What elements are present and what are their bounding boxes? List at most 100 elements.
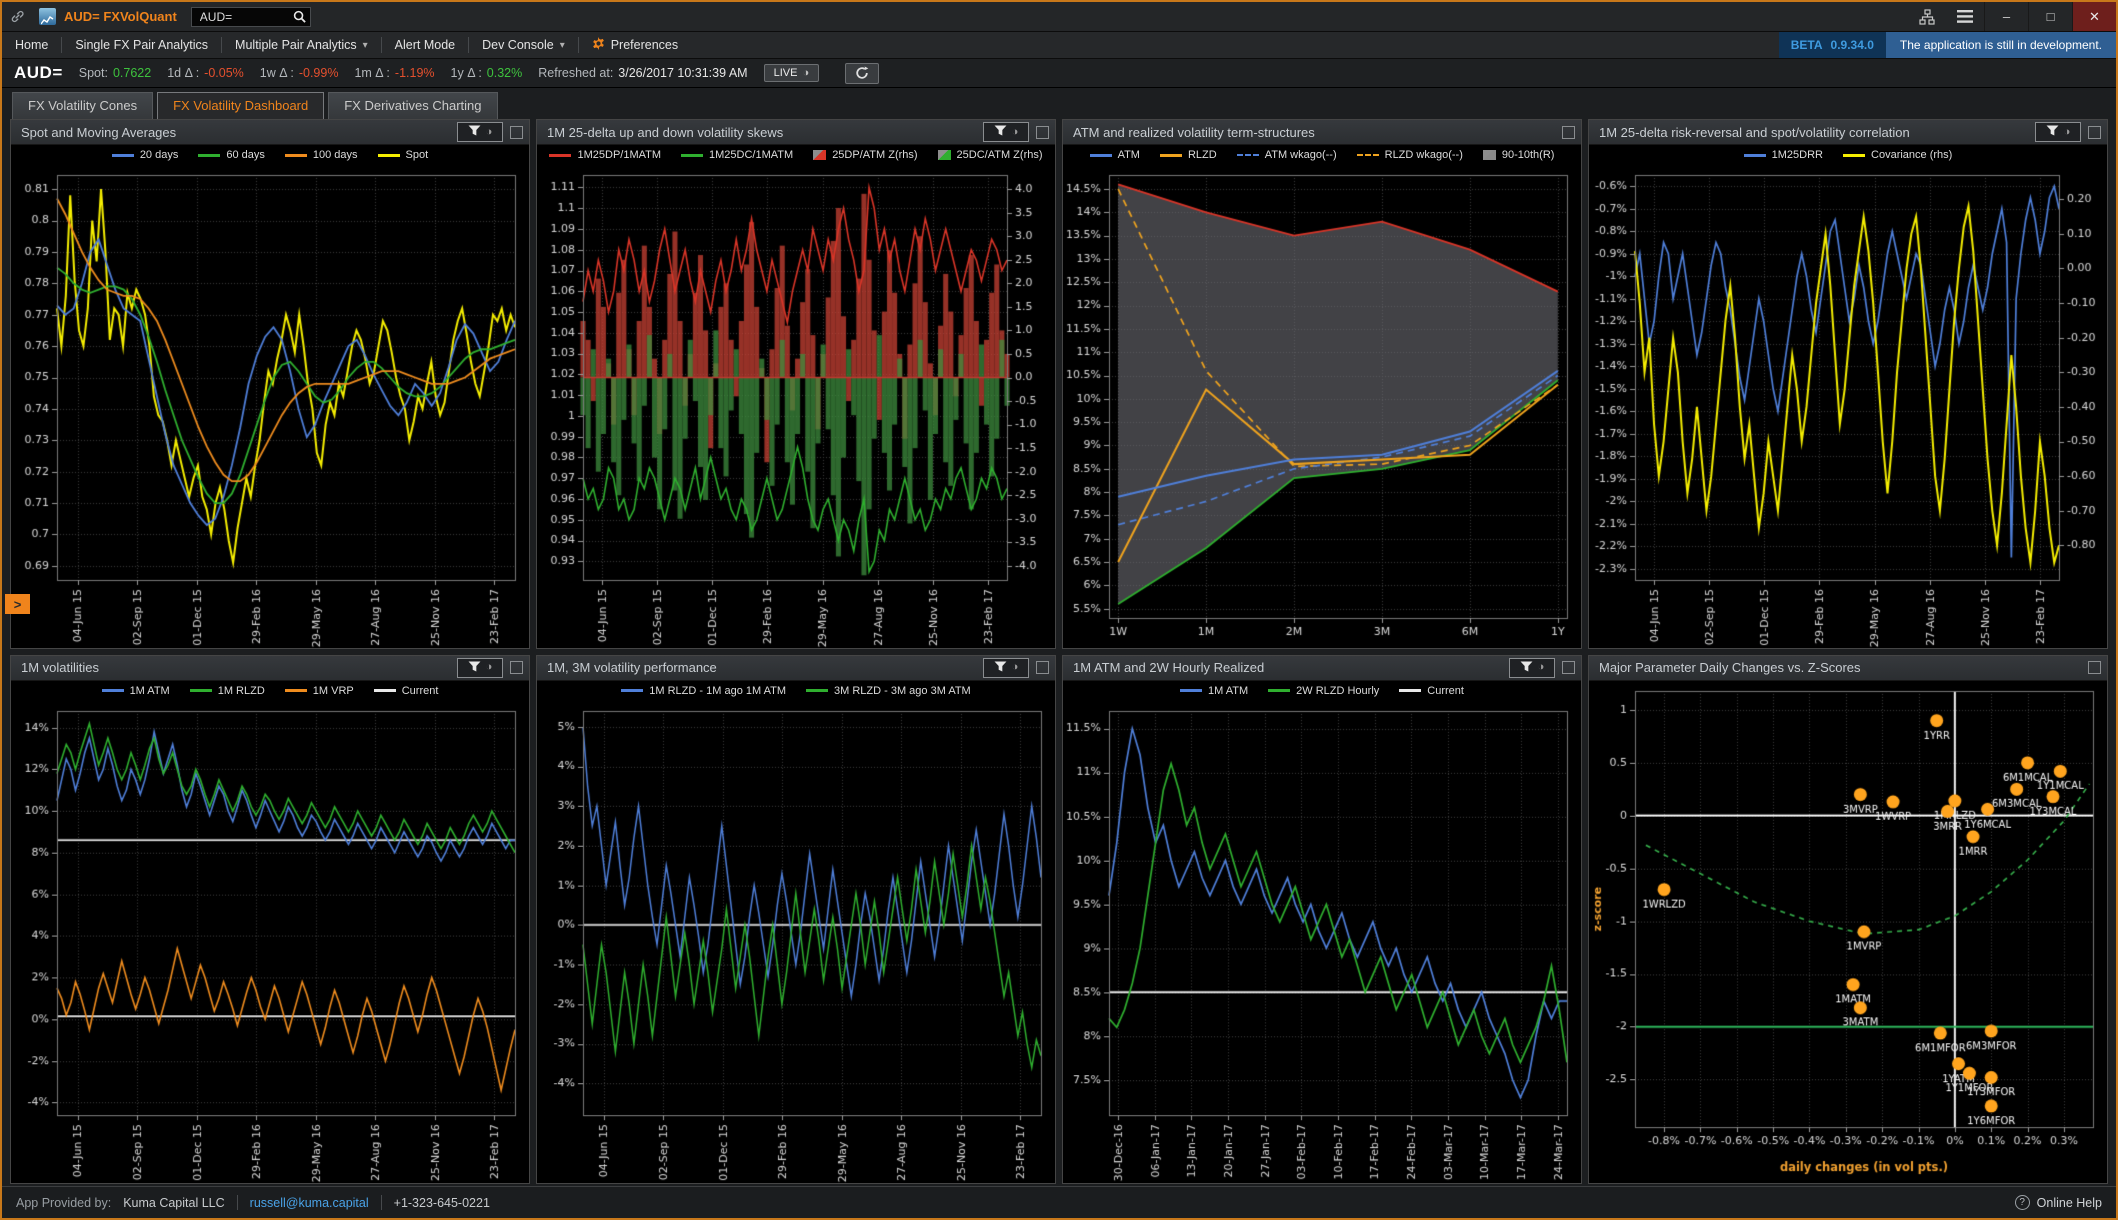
legend-item[interactable]: 2W RLZD Hourly <box>1268 685 1379 697</box>
menu-item-single-fx[interactable]: Single FX Pair Analytics <box>62 32 221 58</box>
legend-item[interactable]: Current <box>374 685 439 697</box>
menu-item-dev-console[interactable]: Dev Console▾ <box>469 32 578 58</box>
chart-canvas[interactable] <box>11 165 529 648</box>
legend-item[interactable]: 1M RLZD <box>190 685 265 697</box>
live-toggle[interactable]: LIVE◑ <box>764 64 820 82</box>
menu-item-alert-mode[interactable]: Alert Mode <box>382 32 468 58</box>
maximize-button[interactable]: □ <box>2028 2 2072 31</box>
legend-item[interactable]: 1M ATM <box>1180 685 1248 697</box>
funnel-icon <box>468 659 481 677</box>
legend-label: Spot <box>406 149 429 161</box>
legend-item[interactable]: 1M RLZD - 1M ago 1M ATM <box>621 685 786 697</box>
legend-label: 60 days <box>226 149 265 161</box>
legend-item[interactable]: Current <box>1399 685 1464 697</box>
tab-fx-volatility-cones[interactable]: FX Volatility Cones <box>12 92 153 119</box>
legend-item[interactable]: 25DP/ATM Z(rhs) <box>813 149 917 161</box>
panel-title: Spot and Moving Averages <box>21 125 176 140</box>
legend-label: 25DP/ATM Z(rhs) <box>832 149 917 161</box>
filter-button[interactable]: ◑ <box>983 122 1029 142</box>
legend-item[interactable]: 3M RLZD - 3M ago 3M ATM <box>806 685 971 697</box>
chart-canvas[interactable] <box>11 701 529 1184</box>
legend-item[interactable]: Spot <box>378 149 429 161</box>
legend-item[interactable]: 90-10th(R) <box>1483 149 1555 161</box>
chart-canvas[interactable] <box>537 701 1055 1184</box>
legend-swatch <box>1268 689 1290 692</box>
panel-z-scores: Major Parameter Daily Changes vs. Z-Scor… <box>1588 655 2108 1185</box>
panel-checkbox[interactable] <box>2088 661 2101 674</box>
chart-canvas[interactable] <box>1063 701 1581 1184</box>
legend-item[interactable]: 1M25DRR <box>1744 149 1823 161</box>
legend-swatch <box>1160 154 1182 157</box>
panel-checkbox[interactable] <box>2088 126 2101 139</box>
chart-canvas[interactable] <box>1063 165 1581 648</box>
search-icon[interactable] <box>292 9 307 29</box>
gear-icon <box>592 37 605 53</box>
panel-checkbox[interactable] <box>1036 126 1049 139</box>
legend-label: Current <box>402 685 439 697</box>
contact-email-link[interactable]: russell@kuma.capital <box>250 1196 369 1210</box>
tab-fx-derivatives-charting[interactable]: FX Derivatives Charting <box>328 92 497 119</box>
panel-checkbox[interactable] <box>1562 126 1575 139</box>
legend-item[interactable]: ATM wkago(--) <box>1237 149 1337 161</box>
sitemap-icon[interactable] <box>1908 2 1946 31</box>
legend-item[interactable]: 25DC/ATM Z(rhs) <box>938 149 1043 161</box>
symbol-search[interactable] <box>191 7 311 27</box>
close-button[interactable]: ✕ <box>2072 2 2116 31</box>
menu-item-preferences[interactable]: Preferences <box>579 32 691 58</box>
contact-phone: +1-323-645-0221 <box>394 1196 490 1210</box>
filter-button[interactable]: ◑ <box>1509 658 1555 678</box>
panel-checkbox[interactable] <box>510 661 523 674</box>
filter-button[interactable]: ◑ <box>2035 122 2081 142</box>
sidebar-expand-button[interactable]: > <box>5 594 30 614</box>
legend-item[interactable]: Covariance (rhs) <box>1843 149 1952 161</box>
legend-label: 1M RLZD - 1M ago 1M ATM <box>649 685 786 697</box>
provided-by-label: App Provided by: <box>16 1196 111 1210</box>
legend-item[interactable]: ATM <box>1090 149 1140 161</box>
legend-label: 1M ATM <box>1208 685 1248 697</box>
chart-legend: 1M RLZD - 1M ago 1M ATM 3M RLZD - 3M ago … <box>537 681 1055 701</box>
chevron-down-icon: ▾ <box>560 40 565 51</box>
link-icon[interactable] <box>10 9 25 24</box>
minimize-button[interactable]: – <box>1984 2 2028 31</box>
panel-header: Major Parameter Daily Changes vs. Z-Scor… <box>1589 656 2107 681</box>
filter-button[interactable]: ◑ <box>457 658 503 678</box>
menu-item-home[interactable]: Home <box>2 32 61 58</box>
legend-item[interactable]: 1M ATM <box>102 685 170 697</box>
legend-swatch <box>1483 150 1496 160</box>
filter-button[interactable]: ◑ <box>457 122 503 142</box>
legend-swatch <box>190 689 212 692</box>
legend-swatch <box>1399 689 1421 692</box>
spot-value: Spot:0.7622 <box>79 66 151 80</box>
contrast-icon: ◑ <box>1538 662 1545 673</box>
tab-fx-volatility-dashboard[interactable]: FX Volatility Dashboard <box>157 92 324 119</box>
menu-icon[interactable] <box>1946 2 1984 31</box>
chart-canvas[interactable] <box>1589 681 2107 1184</box>
legend-item[interactable]: 1M25DC/1MATM <box>681 149 793 161</box>
panel-header: 1M, 3M volatility performance◑ <box>537 656 1055 681</box>
filter-button[interactable]: ◑ <box>983 658 1029 678</box>
legend-item[interactable]: 20 days <box>112 149 179 161</box>
panel-checkbox[interactable] <box>510 126 523 139</box>
panel-checkbox[interactable] <box>1036 661 1049 674</box>
change-1w: 1w Δ :-0.99% <box>260 66 339 80</box>
legend-item[interactable]: RLZD wkago(--) <box>1357 149 1463 161</box>
chart-legend: 20 days 60 days 100 days Spot <box>11 145 529 165</box>
refresh-button[interactable] <box>845 63 879 84</box>
application-window: AUD= FXVolQuant – □ ✕ Home Single FX Pai… <box>0 0 2118 1220</box>
legend-item[interactable]: 60 days <box>198 149 265 161</box>
menu-item-multiple-pair[interactable]: Multiple Pair Analytics▾ <box>222 32 381 58</box>
legend-item[interactable]: 1M VRP <box>285 685 354 697</box>
chart-canvas[interactable] <box>1589 165 2107 648</box>
legend-item[interactable]: 1M25DP/1MATM <box>549 149 661 161</box>
legend-item[interactable]: RLZD <box>1160 149 1217 161</box>
chart-canvas[interactable] <box>537 165 1055 648</box>
chevron-down-icon: ▾ <box>363 40 368 51</box>
legend-label: RLZD wkago(--) <box>1385 149 1463 161</box>
funnel-icon <box>2046 123 2059 141</box>
panel-checkbox[interactable] <box>1562 661 1575 674</box>
legend-item[interactable]: 100 days <box>285 149 358 161</box>
window-title: AUD= FXVolQuant <box>64 9 177 24</box>
online-help[interactable]: ? Online Help <box>2015 1195 2102 1210</box>
refreshed-timestamp: Refreshed at:3/26/2017 10:31:39 AM <box>538 66 747 80</box>
legend-label: 1M25DC/1MATM <box>709 149 793 161</box>
